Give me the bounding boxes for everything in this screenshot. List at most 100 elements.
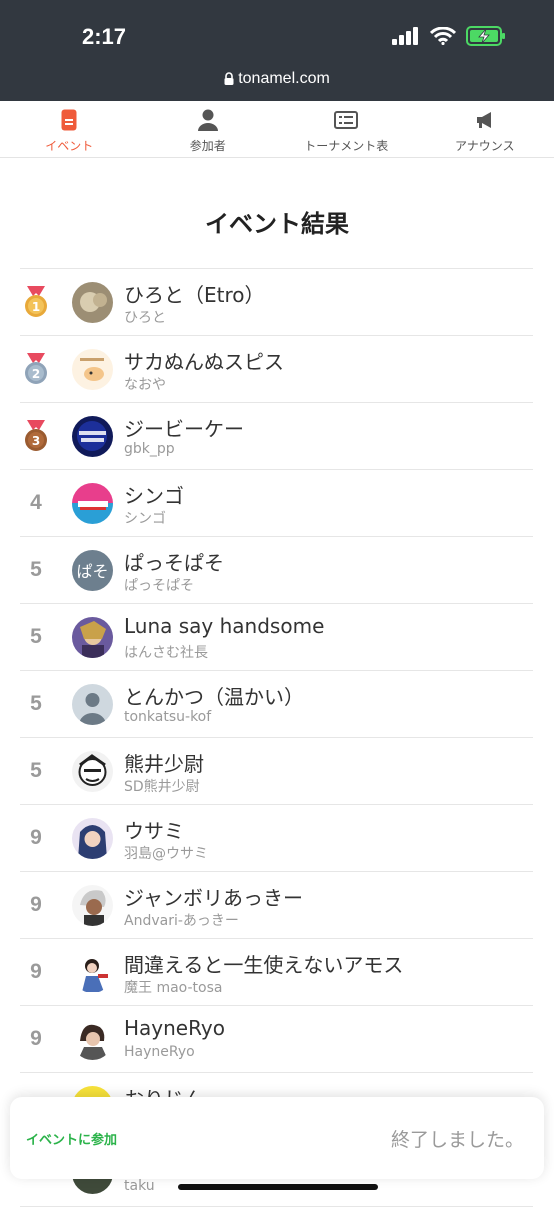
rank-cell: 9 <box>20 1006 52 1072</box>
home-indicator[interactable] <box>178 1184 378 1190</box>
result-row[interactable]: 5 Luna say handsome はんさむ社長 <box>20 604 533 671</box>
rank-cell: 5 <box>20 537 52 603</box>
megaphone-icon <box>475 110 495 130</box>
player-account: ひろと <box>124 307 166 327</box>
rank-cell: 9 <box>20 872 52 938</box>
rank-number: 9 <box>30 893 42 917</box>
result-row[interactable]: 4 シンゴ シンゴ <box>20 470 533 537</box>
avatar <box>72 751 113 792</box>
rank-number: 9 <box>30 826 42 850</box>
avatar <box>72 818 113 859</box>
tab-label: トーナメント表 <box>304 137 388 154</box>
person-icon <box>198 109 218 131</box>
results-list: 1 ひろと（Etro） ひろと 2 サカぬんぬスピス なおや <box>20 268 533 1207</box>
avatar <box>72 416 113 457</box>
svg-text:3: 3 <box>32 434 40 448</box>
rank-cell: 1 <box>20 269 52 335</box>
result-row[interactable]: 1 ひろと（Etro） ひろと <box>20 269 533 336</box>
address-bar[interactable]: tonamel.com <box>0 70 554 88</box>
rank-cell: 5 <box>20 738 52 804</box>
player-name: シンゴ <box>124 480 184 509</box>
tab-participants[interactable]: 参加者 <box>139 101 278 157</box>
player-account: gbk_pp <box>124 441 175 457</box>
rank-cell: 5 <box>20 604 52 670</box>
player-name: ジャンボリあっきー <box>124 882 303 911</box>
system-icons <box>392 26 506 46</box>
player-name: とんかつ（温かい） <box>124 681 304 710</box>
player-account: 魔王 mao-tosa <box>124 977 222 997</box>
page-title: イベント結果 <box>0 204 554 239</box>
rank-cell: 5 <box>20 671 52 737</box>
player-account: taku <box>124 1178 155 1194</box>
avatar <box>72 282 113 323</box>
player-name: 間違えると一生使えないアモス <box>124 949 403 978</box>
player-name: Luna say handsome <box>124 614 324 638</box>
tab-bracket[interactable]: トーナメント表 <box>277 101 416 157</box>
player-name: ひろと（Etro） <box>124 279 265 308</box>
result-row[interactable]: 9 ジャンボリあっきー Andvari-あっきー <box>20 872 533 939</box>
rank-number: 4 <box>30 491 42 515</box>
player-account: HayneRyo <box>124 1044 195 1060</box>
player-account: SD熊井少尉 <box>124 776 200 796</box>
bracket-icon <box>334 111 358 129</box>
lock-icon <box>224 72 234 85</box>
avatar: ぱそ <box>72 550 113 591</box>
player-account: 羽島@ウサミ <box>124 843 208 863</box>
avatar <box>72 483 113 524</box>
result-row[interactable]: 3 ジービーケー gbk_pp <box>20 403 533 470</box>
tab-announce[interactable]: アナウンス <box>416 101 554 157</box>
player-account: tonkatsu-kof <box>124 709 211 725</box>
rank-number: 5 <box>30 692 42 716</box>
url-text: tonamel.com <box>238 70 330 87</box>
avatar <box>72 952 113 993</box>
tab-label: アナウンス <box>455 137 515 154</box>
rank-cell: 2 <box>20 336 52 402</box>
result-row[interactable]: 9 間違えると一生使えないアモス 魔王 mao-tosa <box>20 939 533 1006</box>
avatar <box>72 617 113 658</box>
player-name: ぱっそぱそ <box>124 547 224 576</box>
result-row[interactable]: 5 ぱそ ぱっそぱそ ぱっそぱそ <box>20 537 533 604</box>
rank-cell: 4 <box>20 470 52 536</box>
avatar <box>72 349 113 390</box>
result-row[interactable]: 9 ウサミ 羽島@ウサミ <box>20 805 533 872</box>
player-name: ジービーケー <box>124 413 244 442</box>
svg-text:2: 2 <box>32 367 40 381</box>
bronze-medal-icon: 3 <box>24 420 48 452</box>
rank-cell: 9 <box>20 805 52 871</box>
tab-label: イベント <box>45 137 93 154</box>
rank-number: 5 <box>30 625 42 649</box>
player-account: ぱっそぱそ <box>124 575 194 595</box>
rank-cell: 3 <box>20 403 52 469</box>
rank-number: 9 <box>30 1027 42 1051</box>
join-event-link[interactable]: イベントに参加 <box>26 1129 117 1148</box>
event-status-label: 終了しました。 <box>391 1125 524 1152</box>
avatar <box>72 1019 113 1060</box>
svg-text:ぱそ: ぱそ <box>76 562 108 581</box>
status-time: 2:17 <box>82 24 126 50</box>
result-row[interactable]: 5 熊井少尉 SD熊井少尉 <box>20 738 533 805</box>
tab-bar: イベント 参加者 トーナメント表 <box>0 101 554 158</box>
player-name: ウサミ <box>124 815 184 844</box>
rank-number: 5 <box>30 759 42 783</box>
status-bar: 2:17 tonamel.com <box>0 0 554 101</box>
rank-cell: 9 <box>20 939 52 1005</box>
bottom-action-bar: イベントに参加 終了しました。 <box>10 1097 544 1179</box>
rank-number: 5 <box>30 558 42 582</box>
result-row[interactable]: 2 サカぬんぬスピス なおや <box>20 336 533 403</box>
tab-event[interactable]: イベント <box>0 101 139 157</box>
player-name: サカぬんぬスピス <box>124 346 284 375</box>
tab-label: 参加者 <box>190 137 226 154</box>
player-account: なおや <box>124 374 166 394</box>
result-row[interactable]: 5 とんかつ（温かい） tonkatsu-kof <box>20 671 533 738</box>
player-account: シンゴ <box>124 508 166 528</box>
silver-medal-icon: 2 <box>24 353 48 385</box>
battery-icon <box>466 26 506 46</box>
svg-text:1: 1 <box>32 300 40 314</box>
gold-medal-icon: 1 <box>24 286 48 318</box>
event-icon <box>61 109 77 131</box>
result-row[interactable]: 9 HayneRyo HayneRyo <box>20 1006 533 1073</box>
player-account: はんさむ社長 <box>124 642 208 662</box>
player-name: HayneRyo <box>124 1016 225 1040</box>
avatar <box>72 885 113 926</box>
signal-icon <box>392 27 420 45</box>
